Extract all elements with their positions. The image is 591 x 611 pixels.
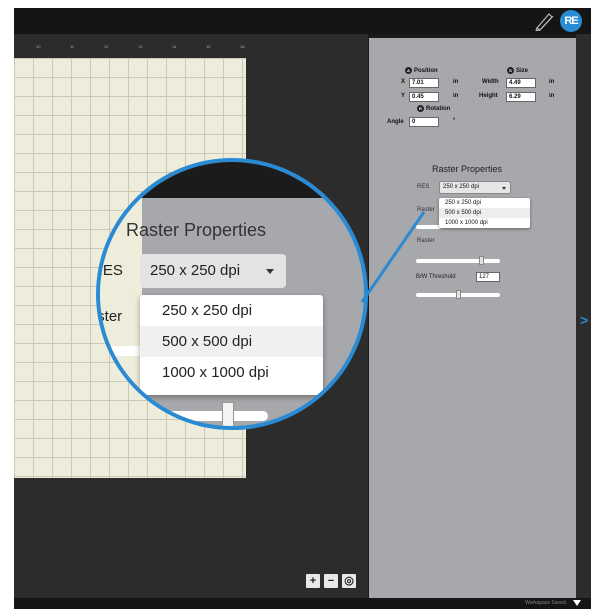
x-label: X [401, 79, 406, 85]
ruler-tick: 11 [70, 44, 75, 49]
raster-slider-2[interactable] [416, 259, 500, 263]
ruler-tick: 10 [36, 44, 41, 49]
chevron-down-icon [266, 269, 274, 274]
height-label: Height [479, 93, 498, 99]
magnified-res-value: 250 x 250 dpi [150, 262, 241, 279]
panel-edge: > [576, 34, 591, 598]
size-header: S Size [507, 67, 528, 74]
save-status: Workspace Saved. [525, 600, 567, 606]
width-label: Width [482, 79, 499, 85]
res-option-1000[interactable]: 1000 x 1000 dpi [439, 218, 530, 228]
position-header-label: Position [414, 67, 438, 74]
magnified-res-option-1000[interactable]: 1000 x 1000 dpi [140, 357, 323, 388]
x-unit: in [453, 79, 459, 85]
zoom-fit-icon[interactable]: ◎ [342, 574, 356, 588]
magnified-raster-title: Raster Properties [126, 220, 267, 240]
magnified-res-dropdown[interactable]: 250 x 250 dpi [140, 254, 286, 288]
magnified-raster-label-1: Raster [97, 308, 123, 325]
magnified-res-option-250[interactable]: 250 x 250 dpi [140, 295, 323, 326]
position-badge: A [405, 67, 412, 74]
magnified-res-menu: 250 x 250 dpi 500 x 500 dpi 1000 x 1000 … [140, 295, 323, 395]
ruler-tick: 16 [240, 44, 245, 49]
magnified-raster-label-2: Raster [96, 374, 131, 391]
raster-label-1: Raster [417, 207, 435, 213]
ruler: 10 11 12 13 14 15 16 [14, 41, 246, 55]
height-input[interactable]: 6.29 [506, 92, 536, 102]
top-toolbar: RE [14, 8, 591, 34]
app-logo[interactable]: RE [560, 10, 582, 32]
rotation-header-label: Rotation [426, 105, 451, 112]
y-input[interactable]: 0.45 [409, 92, 439, 102]
magnified-res-label: RES [100, 262, 123, 279]
chevron-right-icon[interactable]: > [580, 312, 588, 328]
raster-slider-1[interactable] [416, 225, 441, 229]
raster-label-2: Raster [417, 238, 435, 244]
rotation-header: R Rotation [417, 105, 450, 112]
ruler-tick: 15 [206, 44, 211, 49]
zoom-out-button[interactable]: − [324, 574, 338, 588]
height-unit: in [549, 93, 555, 99]
zoom-controls: + − ◎ [306, 574, 356, 588]
ruler-tick: 12 [104, 44, 109, 49]
chevron-down-icon [502, 187, 506, 190]
zoom-in-button[interactable]: + [306, 574, 320, 588]
res-option-500[interactable]: 500 x 500 dpi [439, 208, 530, 218]
magnified-slider-2 [100, 411, 268, 421]
magnified-slider-2-thumb [222, 402, 234, 426]
position-header: A Position [405, 67, 438, 74]
pen-icon[interactable] [533, 11, 557, 31]
width-input[interactable]: 4.49 [506, 78, 536, 88]
magnified-res-option-500[interactable]: 500 x 500 dpi [140, 326, 323, 357]
res-option-250[interactable]: 250 x 250 dpi [439, 198, 530, 208]
bw-threshold-slider-thumb[interactable] [455, 290, 461, 299]
angle-label: Angle [387, 119, 404, 125]
width-unit: in [549, 79, 555, 85]
ruler-tick: 14 [172, 44, 177, 49]
size-badge: S [507, 67, 514, 74]
res-dropdown-value: 250 x 250 dpi [443, 184, 480, 190]
angle-input[interactable]: 0 [409, 117, 439, 127]
x-input[interactable]: 7.01 [409, 78, 439, 88]
res-dropdown[interactable]: 250 x 250 dpi [439, 181, 511, 194]
status-bar: Workspace Saved. [14, 598, 591, 609]
size-header-label: Size [516, 67, 529, 74]
res-options-menu: 250 x 250 dpi 500 x 500 dpi 1000 x 1000 … [439, 198, 530, 228]
res-label: RES [417, 184, 430, 190]
ruler-tick: 13 [138, 44, 143, 49]
degree-symbol: ° [453, 118, 456, 124]
chevron-down-icon[interactable] [573, 600, 581, 606]
bw-threshold-input[interactable]: 127 [476, 272, 500, 282]
rotation-badge: R [417, 105, 424, 112]
magnifier-callout: Raster Properties RES 250 x 250 dpi Rast… [96, 158, 368, 430]
properties-panel: A Position S Size X 7.01 in Width 4.49 i… [369, 38, 576, 598]
bw-threshold-label: B/W Threshold [416, 274, 456, 280]
y-label: Y [401, 93, 406, 99]
raster-properties-title: Raster Properties [432, 164, 503, 174]
raster-slider-2-thumb[interactable] [479, 256, 485, 265]
y-unit: in [453, 93, 459, 99]
